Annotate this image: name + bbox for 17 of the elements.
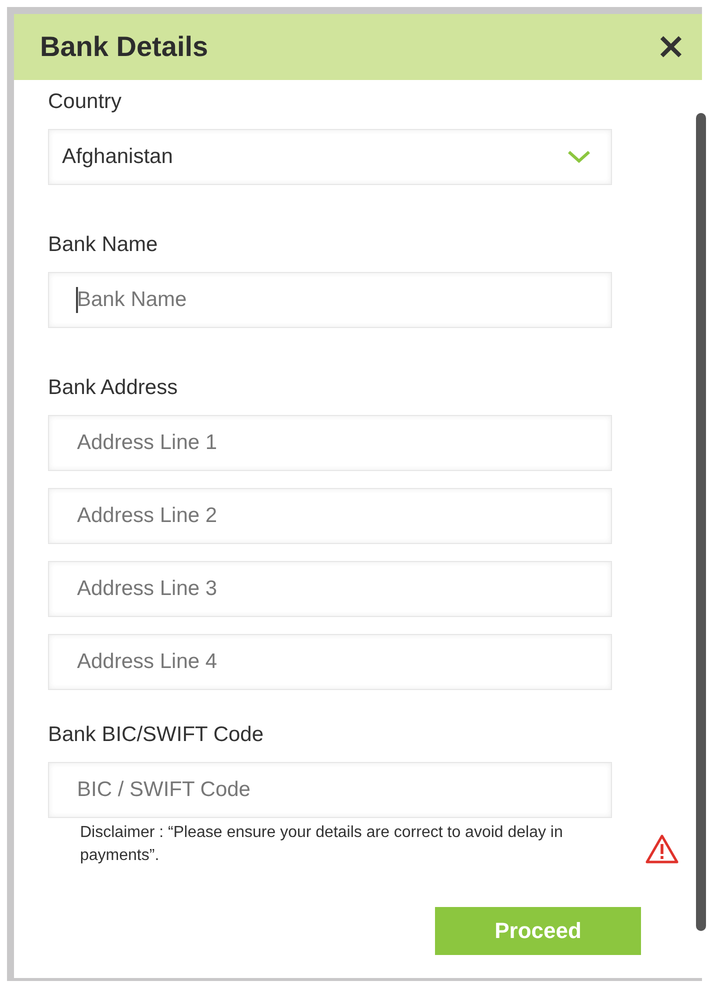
field-label: Bank Address	[48, 376, 179, 400]
input-field[interactable]: Address Line 4	[48, 634, 612, 690]
field-label: Bank BIC/SWIFT Code	[48, 723, 265, 747]
input-field[interactable]: Address Line 1	[48, 415, 612, 471]
field-label: Bank Name	[48, 233, 159, 257]
country-dropdown[interactable]: Afghanistan	[48, 129, 612, 185]
disclaimer-text: Disclaimer : “Please ensure your details are correct to avoid delay in payments”.	[80, 823, 564, 866]
scrollbar[interactable]	[696, 113, 706, 931]
input-field[interactable]: Address Line 2	[48, 488, 612, 544]
input-field[interactable]: BIC / SWIFT Code	[48, 762, 612, 818]
chevron-down-icon	[567, 150, 591, 164]
warning-icon	[644, 833, 680, 865]
dialog-title: Bank Details	[40, 31, 208, 63]
close-button[interactable]: ×	[650, 29, 692, 65]
input-field[interactable]: Address Line 3	[48, 561, 612, 617]
input-field[interactable]: Bank Name	[48, 272, 612, 328]
field-label: Country	[48, 90, 123, 114]
